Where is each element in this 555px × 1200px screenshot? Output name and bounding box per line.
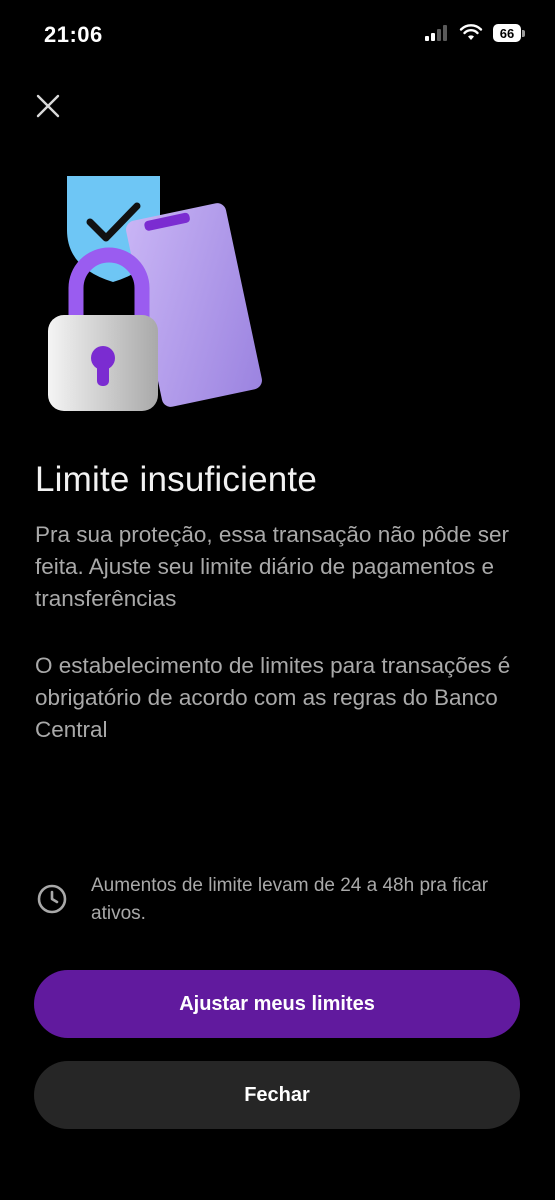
limit-increase-notice: Aumentos de limite levam de 24 a 48h pra… [35, 872, 525, 928]
close-icon [36, 94, 60, 118]
battery-icon: 66 [493, 24, 525, 42]
close-dialog-button[interactable]: Fechar [34, 1061, 520, 1129]
regulation-message: O estabelecimento de limites para transa… [35, 653, 511, 742]
battery-tip [522, 29, 525, 37]
page-title: Limite insuficiente [35, 460, 317, 499]
clock-icon [37, 884, 67, 914]
status-icons: 66 [425, 24, 525, 42]
notice-text: Aumentos de limite levam de 24 a 48h pra… [91, 875, 489, 924]
protection-message: Pra sua proteção, essa transação não pôd… [35, 522, 510, 611]
wifi-icon [459, 24, 483, 40]
close-button[interactable] [30, 88, 66, 124]
status-bar: 21:06 66 [0, 0, 555, 70]
battery-level: 66 [493, 24, 521, 42]
status-time: 21:06 [44, 22, 103, 47]
signal-icon [425, 25, 447, 41]
security-illustration [40, 170, 290, 420]
adjust-limits-button[interactable]: Ajustar meus limites [34, 970, 520, 1038]
